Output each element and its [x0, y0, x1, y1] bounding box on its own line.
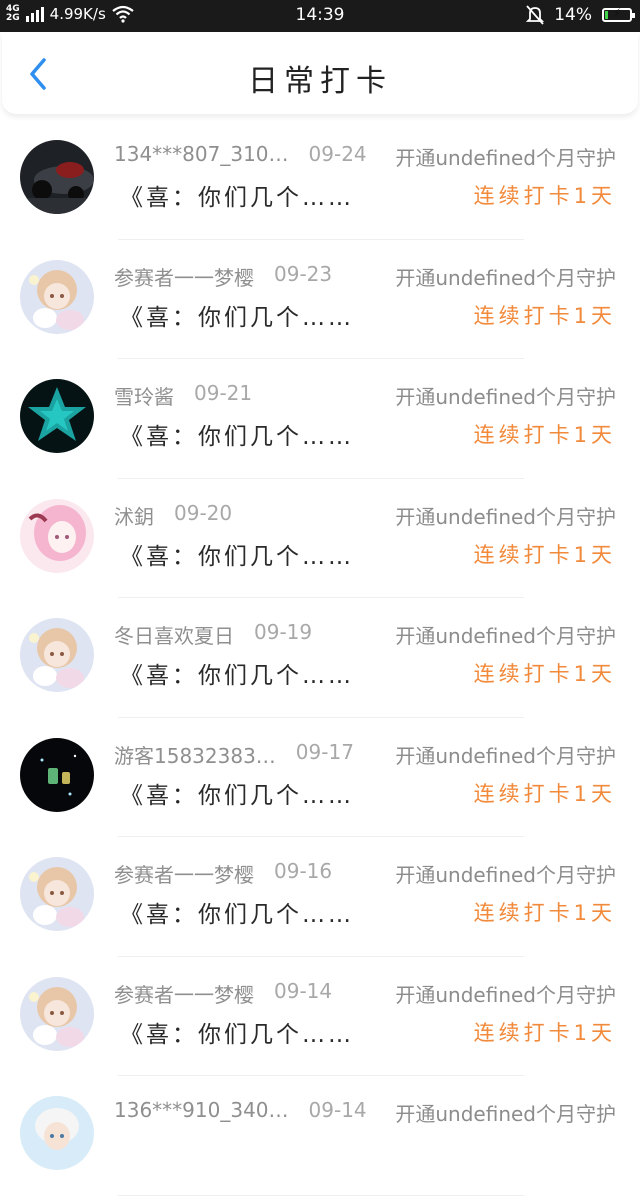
streak-label: 连续打卡1天 [473, 901, 616, 925]
battery-charging-icon: ⚡ [602, 6, 635, 22]
pink-hair-girl-avatar[interactable] [20, 498, 94, 573]
guard-status: 开通undefined个月守护 [395, 385, 616, 409]
item-header: 参赛者一一梦樱 09-14 开通undefined个月守护 [114, 979, 634, 1009]
bell-muted-icon [526, 5, 545, 25]
checkin-list: 134***807_310… 09-24 开通undefined个月守护 《喜：… [0, 120, 640, 1196]
user-name[interactable]: 参赛者一一梦樱 [114, 979, 254, 1008]
checkin-date: 09-19 [254, 620, 313, 644]
checkin-message: 《喜：你们几个…… [120, 663, 354, 689]
white-hair-boy-avatar[interactable] [20, 1096, 94, 1170]
item-header: 冬日喜欢夏日 09-19 开通undefined个月守护 [114, 620, 634, 650]
user-name[interactable]: 参赛者一一梦樱 [114, 859, 254, 888]
page-header: 日常打卡 [2, 32, 638, 114]
list-item[interactable]: 参赛者一一梦樱 09-23 开通undefined个月守护 《喜：你们几个…… … [0, 240, 640, 359]
divider [118, 1194, 524, 1196]
checkin-message: 《喜：你们几个…… [120, 543, 354, 570]
list-item[interactable]: 134***807_310… 09-24 开通undefined个月守护 《喜：… [0, 120, 640, 240]
anime-girl-avatar[interactable] [20, 259, 94, 334]
checkin-message: 《喜：你们几个…… [120, 185, 354, 211]
user-name[interactable]: 136***910_340… [114, 1098, 289, 1122]
anime-girl-avatar[interactable] [20, 618, 94, 692]
teal-star-avatar[interactable] [20, 379, 94, 453]
item-header: 参赛者一一梦樱 09-16 开通undefined个月守护 [114, 859, 634, 889]
checkin-date: 09-20 [174, 500, 233, 525]
charging-bolt-icon: ⚡ [612, 6, 622, 20]
user-name[interactable]: 雪玲酱 [114, 381, 174, 410]
streak-label: 连续打卡1天 [473, 423, 616, 447]
streak-label: 连续打卡1天 [473, 781, 616, 806]
glowing-jars-avatar[interactable] [20, 737, 94, 812]
streak-label: 连续打卡1天 [473, 542, 616, 567]
streak-label: 连续打卡1天 [473, 184, 616, 208]
list-item[interactable]: 游客15832383… 09-17 开通undefined个月守护 《喜：你们几… [0, 718, 640, 837]
status-right: 14% ⚡ [526, 5, 635, 25]
guard-status: 开通undefined个月守护 [395, 504, 616, 529]
user-name[interactable]: 134***807_310… [114, 142, 289, 166]
battery-percent: 14% [554, 5, 592, 25]
item-header: 134***807_310… 09-24 开通undefined个月守护 [114, 142, 634, 172]
checkin-message: 《喜：你们几个…… [120, 902, 354, 928]
checkin-message: 《喜：你们几个…… [120, 424, 354, 450]
guard-status: 开通undefined个月守护 [395, 146, 616, 170]
item-header: 游客15832383… 09-17 开通undefined个月守护 [114, 740, 634, 770]
list-item[interactable]: 沭鈅 09-20 开通undefined个月守护 《喜：你们几个…… 连续打卡1… [0, 479, 640, 598]
list-item[interactable]: 参赛者一一梦樱 09-16 开通undefined个月守护 《喜：你们几个…… … [0, 837, 640, 957]
item-header: 雪玲酱 09-21 开通undefined个月守护 [114, 381, 634, 411]
checkin-date: 09-14 [308, 1098, 367, 1122]
checkin-message: 《喜：你们几个…… [120, 1021, 354, 1048]
checkin-message: 《喜：你们几个…… [120, 782, 354, 809]
list-item[interactable]: 冬日喜欢夏日 09-19 开通undefined个月守护 《喜：你们几个…… 连… [0, 598, 640, 718]
guard-status: 开通undefined个月守护 [395, 982, 616, 1007]
checkin-date: 09-23 [274, 261, 333, 286]
checkin-date: 09-16 [274, 859, 333, 883]
item-header: 沭鈅 09-20 开通undefined个月守护 [114, 501, 634, 531]
user-name[interactable]: 冬日喜欢夏日 [114, 620, 234, 649]
item-header: 136***910_340… 09-14 开通undefined个月守护 [114, 1098, 634, 1128]
user-name[interactable]: 沭鈅 [114, 501, 154, 530]
guard-status: 开通undefined个月守护 [395, 1102, 616, 1126]
dark-car-avatar[interactable] [20, 140, 94, 214]
checkin-date: 09-21 [194, 381, 253, 405]
streak-label: 连续打卡1天 [473, 303, 616, 328]
streak-label: 连续打卡1天 [473, 1020, 616, 1045]
page-title: 日常打卡 [248, 64, 392, 99]
list-item[interactable]: 雪玲酱 09-21 开通undefined个月守护 《喜：你们几个…… 连续打卡… [0, 359, 640, 479]
guard-status: 开通undefined个月守护 [395, 624, 616, 648]
checkin-date: 09-24 [308, 142, 367, 166]
guard-status: 开通undefined个月守护 [395, 863, 616, 887]
guard-status: 开通undefined个月守护 [395, 265, 616, 290]
list-item[interactable]: 136***910_340… 09-14 开通undefined个月守护 [0, 1076, 640, 1196]
status-bar: 4G 2G 4.99K/s 14:39 14% ⚡ [0, 0, 640, 32]
item-header: 参赛者一一梦樱 09-23 开通undefined个月守护 [114, 262, 634, 292]
guard-status: 开通undefined个月守护 [395, 743, 616, 768]
list-item[interactable]: 参赛者一一梦樱 09-14 开通undefined个月守护 《喜：你们几个…… … [0, 957, 640, 1076]
user-name[interactable]: 游客15832383… [114, 740, 276, 769]
user-name[interactable]: 参赛者一一梦樱 [114, 262, 254, 291]
anime-girl-avatar[interactable] [20, 976, 94, 1051]
streak-label: 连续打卡1天 [473, 662, 616, 686]
checkin-message: 《喜：你们几个…… [120, 304, 354, 331]
checkin-date: 09-17 [295, 739, 354, 764]
checkin-date: 09-14 [274, 978, 333, 1003]
anime-girl-avatar[interactable] [20, 857, 94, 931]
